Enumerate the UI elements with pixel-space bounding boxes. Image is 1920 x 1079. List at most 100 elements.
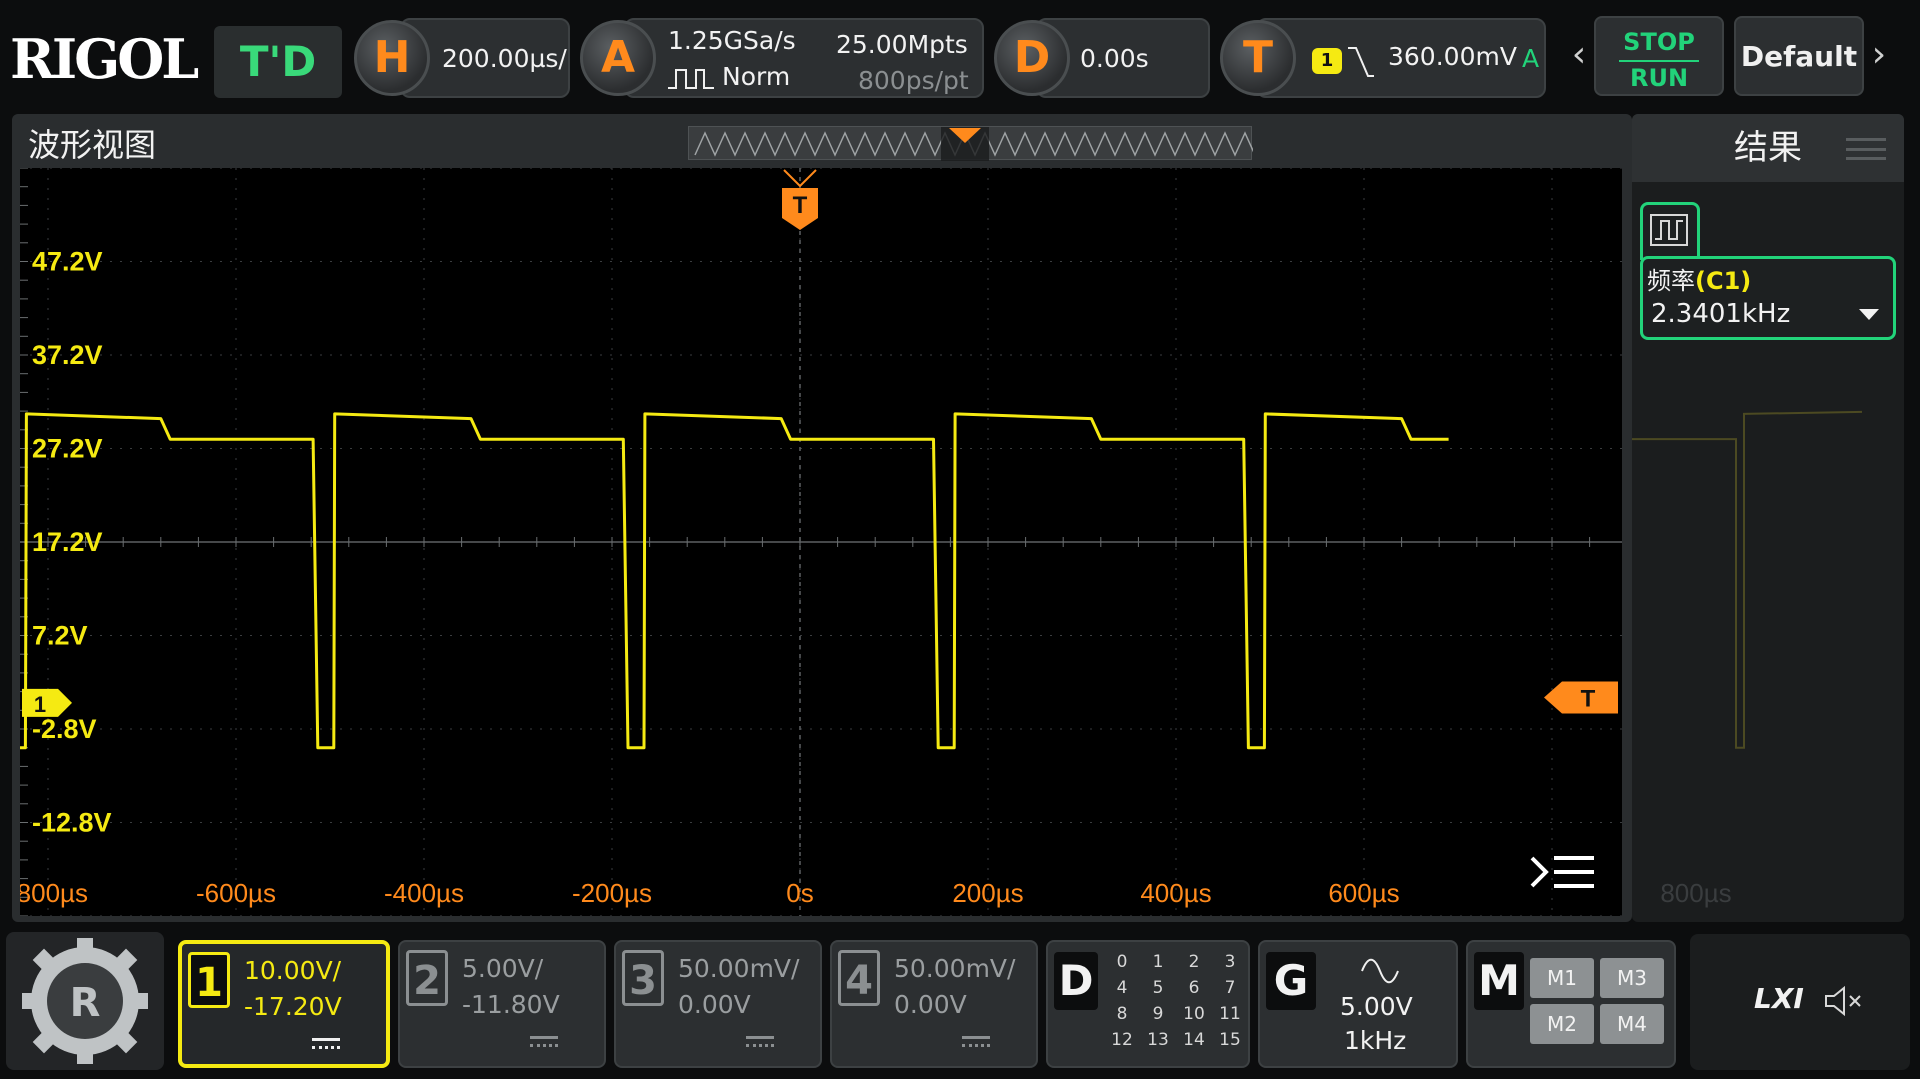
- time-tick-label: -800µs: [20, 878, 88, 908]
- results-panel: 800µs 结果 频率(C1) 2.3401kHz: [1632, 114, 1904, 922]
- expand-menu-icon: [1530, 856, 1549, 888]
- digital-channel-13: 13: [1147, 1030, 1169, 1050]
- home-gear-button[interactable]: R: [6, 932, 164, 1070]
- math-m3-button[interactable]: M3: [1600, 958, 1664, 998]
- status-area: LXI: [1690, 934, 1910, 1070]
- digital-channel-15: 15: [1219, 1030, 1241, 1050]
- trigger-panel[interactable]: 1 360.00mV A: [1256, 18, 1546, 98]
- digital-channel-6: 6: [1188, 978, 1200, 998]
- top-status-bar: RIGOL T'D 200.00µs/ H 1.25GSa/s 25.00Mpt…: [0, 0, 1920, 104]
- waveform-view: 波形视图 47.2V 37.2V 27.2V 17.2V 7.2V -2.8V -12.8V…: [12, 114, 1632, 922]
- digital-channels-panel[interactable]: D 0 1 2 3 4 5 6 7 8 9 10 11 12 13 14 15: [1046, 940, 1250, 1068]
- digital-label: D: [1054, 952, 1098, 1010]
- math-panel[interactable]: M M1 M3 M2 M4: [1466, 940, 1676, 1068]
- channel-number: 4: [838, 950, 880, 1006]
- channel-1-ground-marker: [22, 688, 72, 717]
- stop-run-button[interactable]: STOP RUN: [1594, 16, 1724, 96]
- channel-scale: 50.00mV/: [678, 954, 800, 983]
- delay-menu-button[interactable]: D: [994, 20, 1070, 96]
- waveform-view-title: 波形视图: [28, 126, 157, 164]
- channel-3-panel[interactable]: 3 50.00mV/ 0.00V: [614, 940, 822, 1068]
- measurement-source: (C1): [1695, 267, 1752, 295]
- digital-channel-grid: 0 1 2 3 4 5 6 7 8 9 10 11 12 13 14 15: [1104, 950, 1248, 1052]
- trigger-status-td[interactable]: T'D: [214, 26, 342, 98]
- time-tick-label: -400µs: [384, 878, 464, 908]
- trigger-level-label: T: [1581, 685, 1596, 712]
- dc-coupling-icon: [312, 1038, 340, 1050]
- dropdown-arrow-icon[interactable]: [1859, 309, 1879, 320]
- gear-icon: R: [22, 938, 148, 1064]
- chevron-left-icon[interactable]: ‹: [1568, 30, 1590, 80]
- channel-scale: 50.00mV/: [894, 954, 1016, 983]
- channel-2-panel[interactable]: 2 5.00V/ -11.80V: [398, 940, 606, 1068]
- digital-channel-7: 7: [1224, 978, 1236, 998]
- chevron-right-icon[interactable]: ›: [1868, 30, 1890, 80]
- digital-channel-5: 5: [1152, 978, 1164, 998]
- math-m2-button[interactable]: M2: [1530, 1004, 1594, 1044]
- time-tick-label: -600µs: [196, 878, 276, 908]
- speaker-muted-icon[interactable]: [1822, 984, 1866, 1018]
- channel-number: 1: [188, 952, 230, 1008]
- digital-channel-2: 2: [1188, 952, 1200, 972]
- dc-coupling-icon: [530, 1036, 558, 1048]
- acquire-menu-button[interactable]: A: [580, 20, 656, 96]
- acquire-mode: Norm: [722, 62, 791, 91]
- volt-tick-label: -2.8V: [32, 714, 97, 744]
- measure-icon: [1650, 214, 1688, 246]
- waveform-grid[interactable]: 47.2V 37.2V 27.2V 17.2V 7.2V -2.8V -12.8V -800µ…: [20, 168, 1622, 916]
- frequency-measurement-card[interactable]: 频率(C1) 2.3401kHz: [1640, 256, 1896, 340]
- channel-scale: 5.00V/: [462, 954, 544, 983]
- channel-scale: 10.00V/: [244, 956, 342, 985]
- digital-channel-10: 10: [1183, 1004, 1205, 1024]
- generator-frequency: 1kHz: [1344, 1026, 1407, 1055]
- digital-channel-8: 8: [1116, 1004, 1128, 1024]
- time-tick-label: 200µs: [952, 878, 1023, 908]
- digital-channel-11: 11: [1219, 1004, 1241, 1024]
- bottom-channel-bar: R 1 10.00V/ -17.20V 2 5.00V/ -11.80V 3 5…: [0, 930, 1920, 1079]
- digital-channel-14: 14: [1183, 1030, 1205, 1050]
- delay-value: 0.00s: [1080, 44, 1149, 73]
- stop-label: STOP: [1623, 28, 1695, 56]
- falling-edge-icon: [1348, 47, 1374, 77]
- frequency-value: 2.3401kHz: [1651, 299, 1791, 329]
- lxi-logo: LXI: [1754, 982, 1804, 1015]
- volt-tick-label: 7.2V: [32, 621, 88, 651]
- digital-channel-1: 1: [1152, 952, 1164, 972]
- svg-text:R: R: [70, 980, 101, 1026]
- math-m4-button[interactable]: M4: [1600, 1004, 1664, 1044]
- default-button[interactable]: Default: [1734, 16, 1864, 96]
- dc-coupling-icon: [962, 1036, 990, 1048]
- digital-channel-12: 12: [1111, 1030, 1133, 1050]
- trigger-level: 360.00mV: [1388, 42, 1517, 71]
- sample-rate: 1.25GSa/s: [668, 26, 796, 55]
- volt-tick-label: -12.8V: [32, 808, 112, 838]
- memory-overview-bar[interactable]: [688, 126, 1256, 161]
- results-menu-icon[interactable]: [1846, 138, 1886, 160]
- generator-panel[interactable]: G 5.00V 1kHz: [1258, 940, 1458, 1068]
- math-m1-button[interactable]: M1: [1530, 958, 1594, 998]
- channel-offset: 0.00V: [894, 990, 967, 1019]
- timebase-value: 200.00µs/: [442, 44, 567, 73]
- time-tick-label: 600µs: [1328, 878, 1399, 908]
- channel-number: 3: [622, 950, 664, 1006]
- measurement-tab[interactable]: [1640, 202, 1700, 260]
- time-tick-label: 0s: [786, 878, 813, 908]
- horizontal-menu-button[interactable]: H: [354, 20, 430, 96]
- waveform-canvas: 47.2V 37.2V 27.2V 17.2V 7.2V -2.8V -12.8V -800µ…: [20, 168, 1622, 916]
- trigger-menu-button[interactable]: T: [1220, 20, 1296, 96]
- channel-1-panel[interactable]: 1 10.00V/ -17.20V: [178, 940, 390, 1068]
- volt-tick-label: 17.2V: [32, 527, 103, 557]
- digital-channel-9: 9: [1152, 1004, 1164, 1024]
- digital-channel-0: 0: [1116, 952, 1128, 972]
- memory-overview-wave: [694, 127, 1256, 161]
- acquire-panel[interactable]: 1.25GSa/s 25.00Mpts Norm 800ps/pt: [624, 18, 984, 98]
- measurement-label: 频率(C1): [1647, 267, 1752, 295]
- memory-depth: 25.00Mpts: [836, 30, 968, 59]
- ghost-trace: [1632, 410, 1863, 749]
- time-resolution: 800ps/pt: [858, 66, 969, 95]
- rigol-logo: RIGOL: [10, 27, 199, 91]
- channel-offset: 0.00V: [678, 990, 751, 1019]
- channel-number: 2: [406, 950, 448, 1006]
- generator-label: G: [1266, 952, 1316, 1010]
- channel-4-panel[interactable]: 4 50.00mV/ 0.00V: [830, 940, 1038, 1068]
